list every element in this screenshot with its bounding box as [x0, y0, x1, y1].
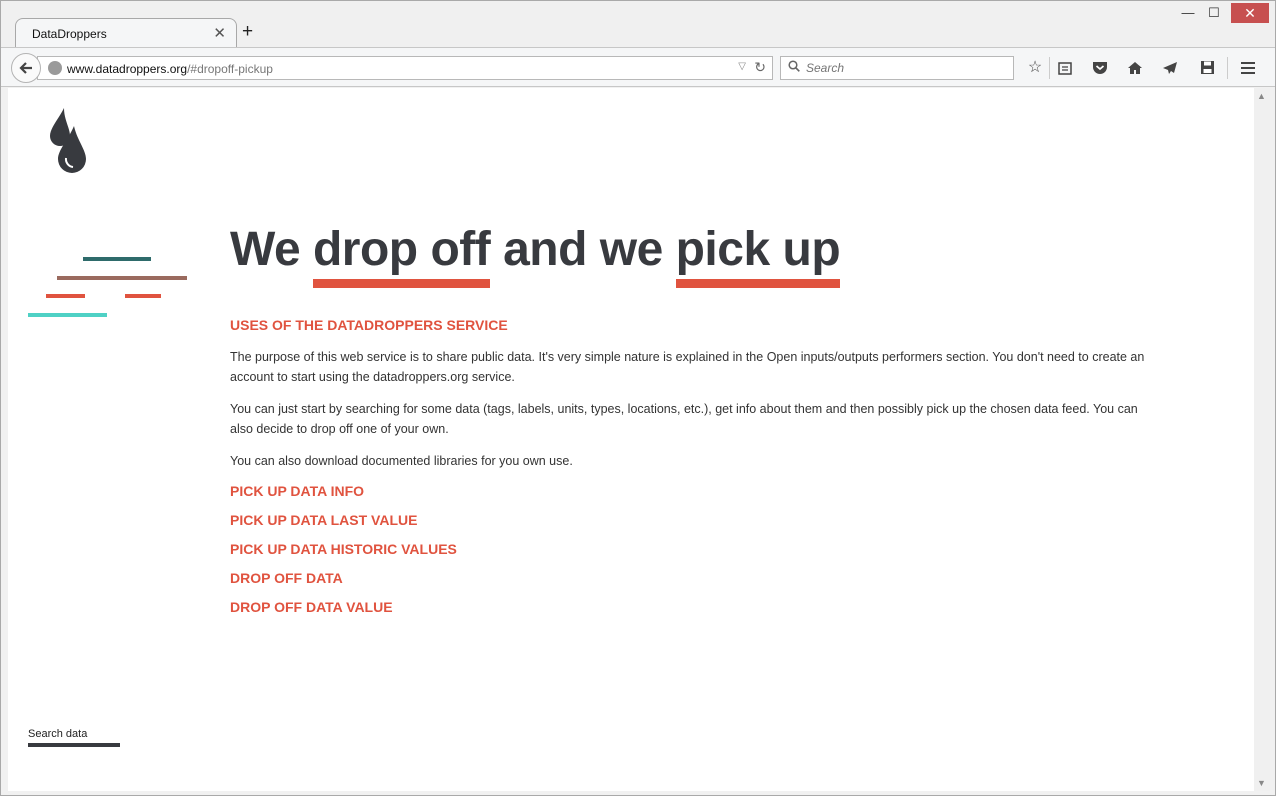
home-icon[interactable] [1124, 57, 1146, 79]
tab-title: DataDroppers [32, 27, 107, 41]
stripe [125, 294, 161, 298]
toolbar-separator [1227, 57, 1228, 79]
pick-up-data-info-link[interactable]: PICK UP DATA INFO [230, 483, 364, 499]
pick-up-data-last-value-link[interactable]: PICK UP DATA LAST VALUE [230, 512, 417, 528]
search-paragraph: You can just start by searching for some… [230, 402, 1138, 436]
menu-icon[interactable] [1237, 57, 1259, 79]
url-bar[interactable]: www.datadroppers.org/#dropoff-pickup ▽ ↻ [37, 56, 773, 80]
url-path: /#dropoff-pickup [187, 62, 273, 76]
new-tab-button[interactable]: + [242, 21, 253, 43]
pick-up-data-historic-values-link[interactable]: PICK UP DATA HISTORIC VALUES [230, 541, 457, 557]
toolbar-separator [1049, 57, 1050, 79]
minimize-button[interactable]: — [1177, 3, 1199, 23]
send-icon[interactable] [1159, 57, 1181, 79]
hero-heading: We drop off and we pick up [230, 222, 841, 288]
uses-section-title: USES OF THE DATADROPPERS SERVICE [230, 317, 508, 333]
search-input[interactable] [806, 60, 1006, 76]
navigation-toolbar: www.datadroppers.org/#dropoff-pickup ▽ ↻… [1, 47, 1275, 87]
drop-off-data-value-link[interactable]: DROP OFF DATA VALUE [230, 599, 393, 615]
maximize-button[interactable]: ☐ [1203, 3, 1225, 23]
close-tab-icon[interactable]: ✕ [213, 24, 226, 42]
page-viewport: We drop off and we pick up USES OF THE D… [8, 88, 1254, 791]
search-icon [788, 60, 800, 72]
back-arrow-icon [19, 62, 32, 74]
scroll-up-icon[interactable]: ▲ [1257, 91, 1266, 101]
drop-off-data-link[interactable]: DROP OFF DATA [230, 570, 343, 586]
reload-icon[interactable]: ↻ [754, 59, 766, 76]
globe-icon [48, 61, 62, 75]
vertical-scrollbar[interactable]: ▲ ▼ [1254, 88, 1270, 791]
url-text[interactable]: www.datadroppers.org/#dropoff-pickup [67, 62, 273, 76]
libraries-paragraph: You can also download documented librari… [230, 454, 573, 468]
title-bar: DataDroppers ✕ + — ☐ ✕ [1, 1, 1275, 47]
hero-word: We [230, 223, 313, 276]
stripe [83, 257, 151, 261]
stripe [46, 294, 85, 298]
pocket-icon[interactable] [1089, 57, 1111, 79]
close-window-button[interactable]: ✕ [1231, 3, 1269, 23]
url-domain: www.datadroppers.org [67, 62, 188, 76]
stripe [57, 276, 187, 280]
hero-drop-off: drop off [312, 222, 491, 288]
tab-datadroppers[interactable]: DataDroppers ✕ [15, 18, 237, 47]
search-data-link[interactable]: Search data [28, 728, 120, 747]
save-icon[interactable] [1196, 57, 1218, 79]
back-button[interactable] [11, 53, 41, 83]
star-icon[interactable]: ☆ [1024, 57, 1046, 79]
hero-pick-up: pick up [675, 222, 841, 288]
browser-window: DataDroppers ✕ + — ☐ ✕ www.datadroppers.… [0, 0, 1276, 796]
droplets-logo-icon [50, 108, 86, 173]
stripe [28, 313, 107, 317]
search-bar[interactable] [780, 56, 1014, 80]
hero-word: and we [490, 223, 676, 276]
uses-paragraph: The purpose of this web service is to sh… [230, 350, 1145, 384]
scroll-down-icon[interactable]: ▼ [1257, 778, 1266, 788]
url-dropdown-icon[interactable]: ▽ [738, 61, 746, 72]
reading-list-icon[interactable] [1054, 57, 1076, 79]
